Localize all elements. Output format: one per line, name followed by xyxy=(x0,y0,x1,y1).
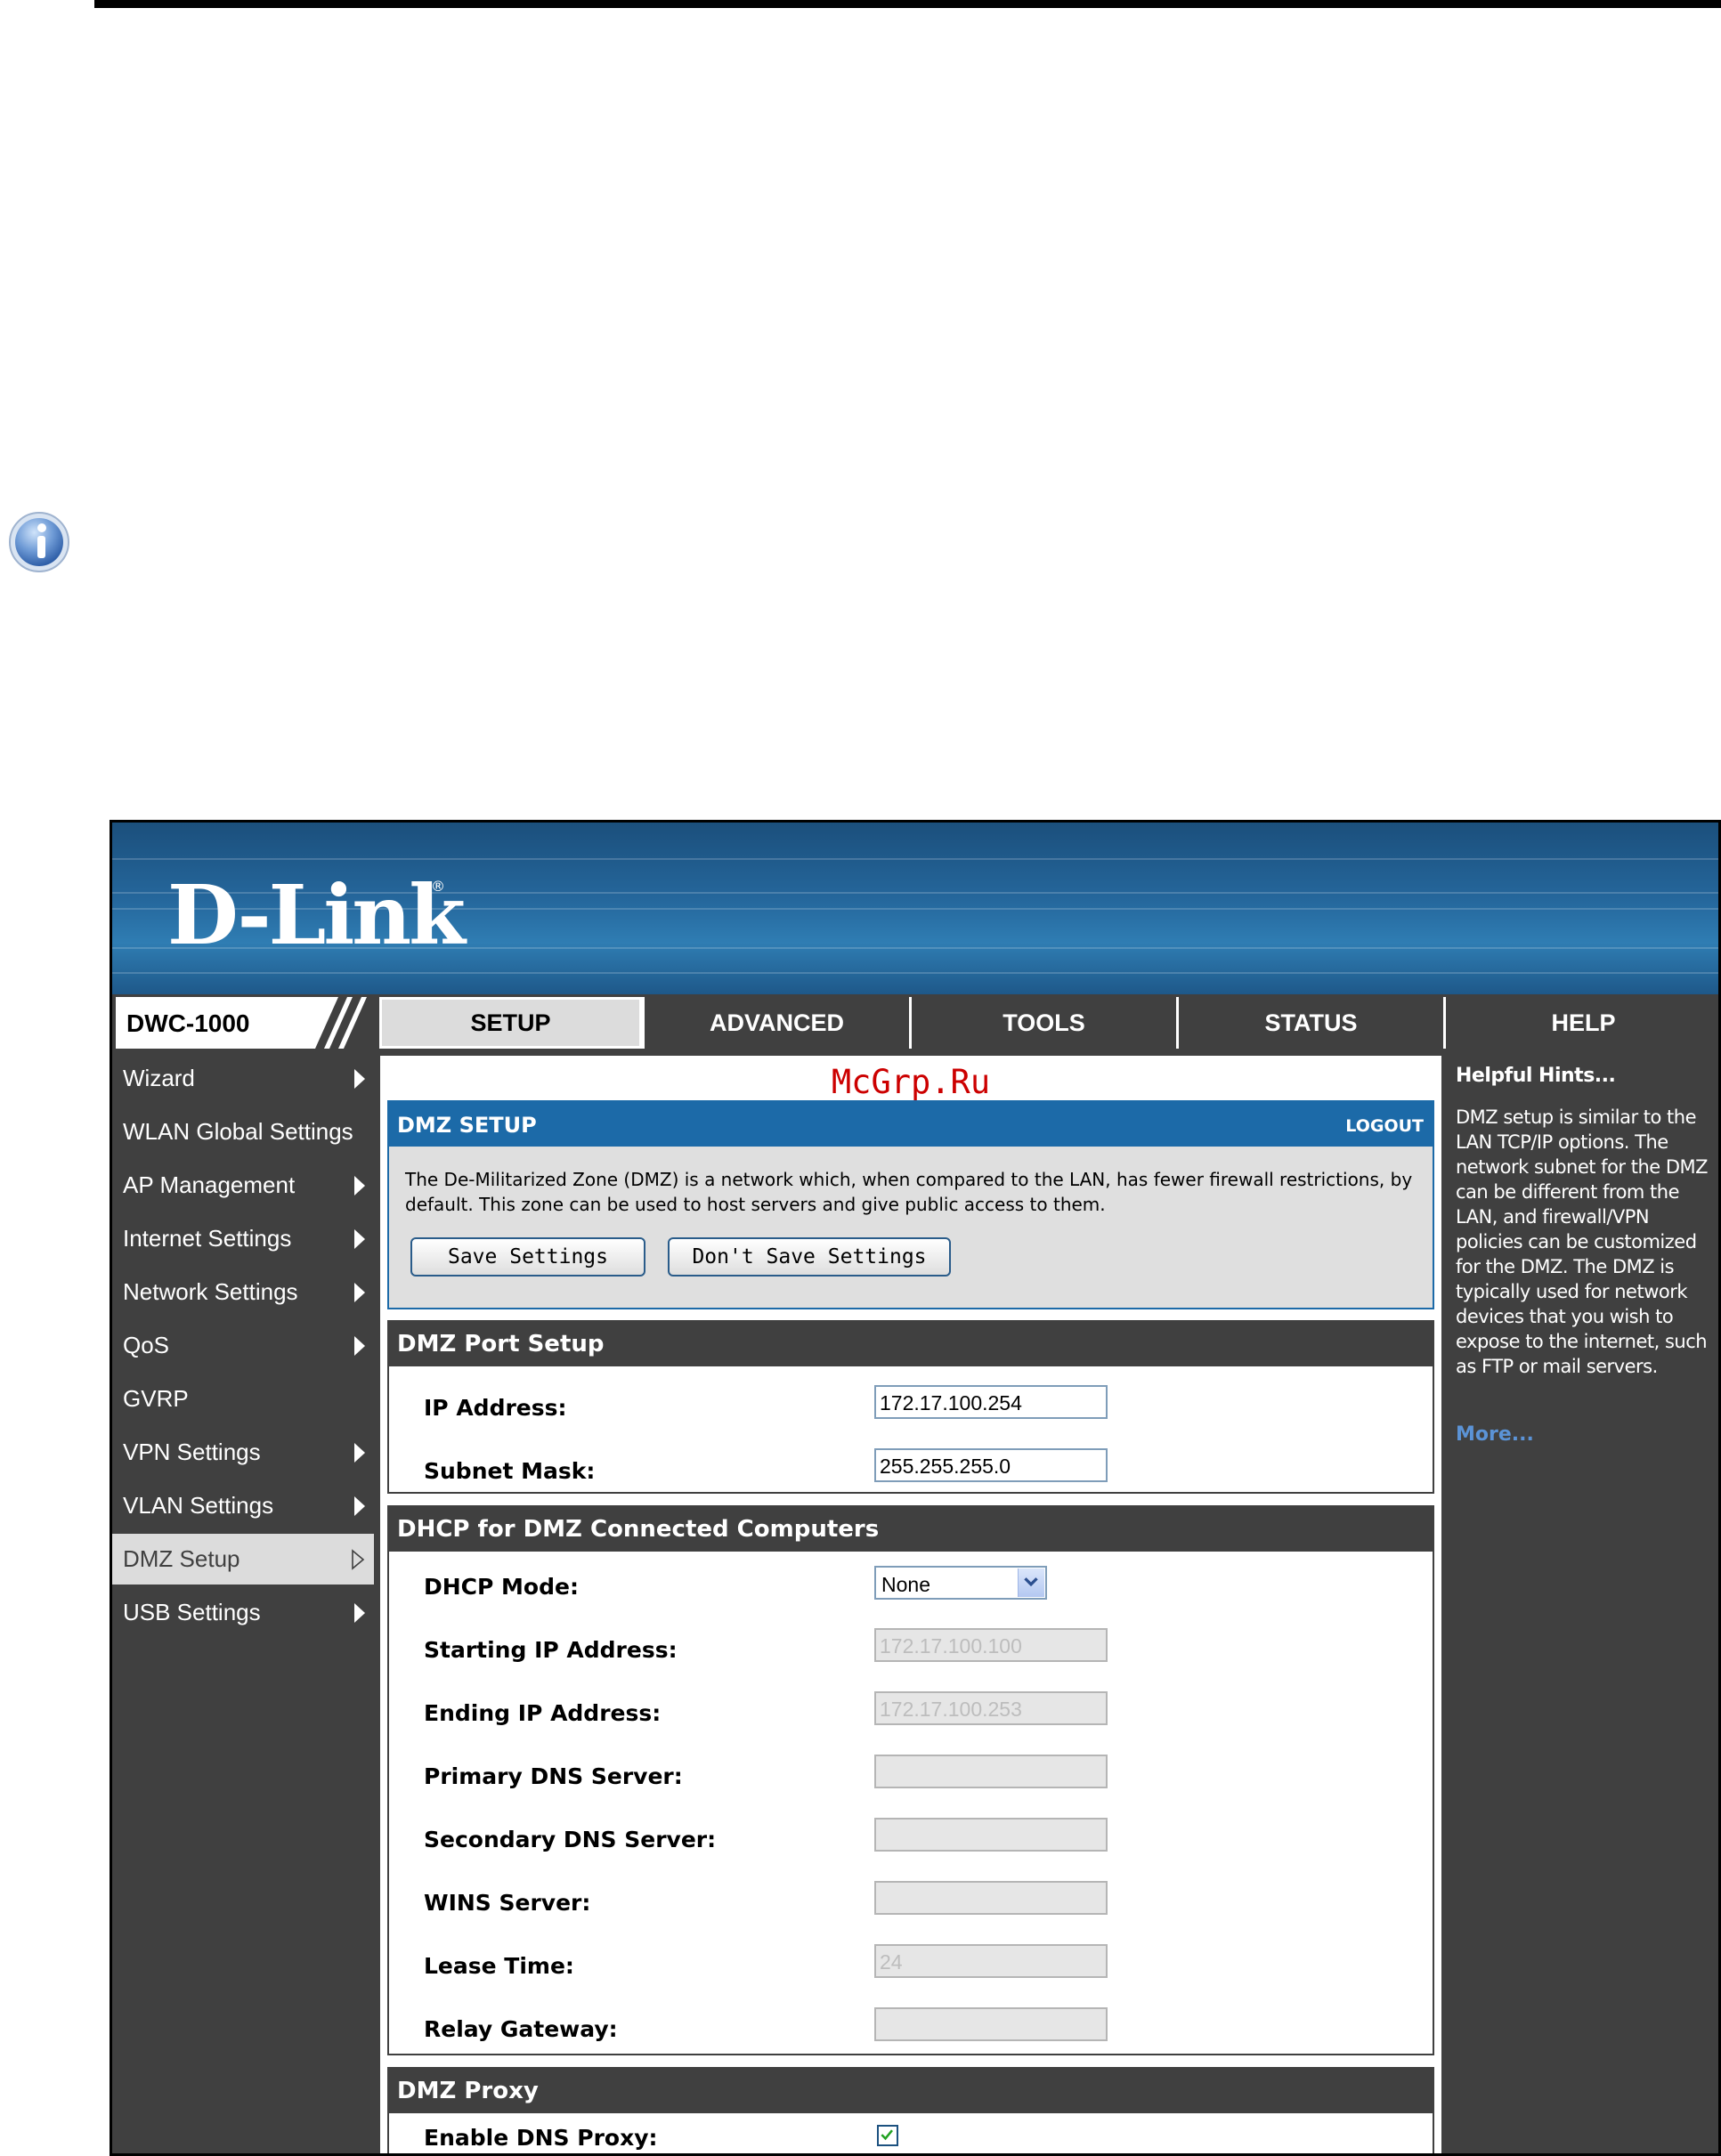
dhcp-mode-select[interactable]: None xyxy=(874,1566,1047,1600)
sidebar-item-gvrp[interactable]: GVRP xyxy=(112,1374,374,1424)
router-admin-screenshot: D-Link ® DWC-1000 SETUP ADVANCED TOOLS S… xyxy=(110,820,1721,2156)
sidebar-item-dmz-setup[interactable]: DMZ Setup xyxy=(112,1534,374,1585)
tab-setup[interactable]: SETUP xyxy=(379,997,642,1049)
sidebar-item-qos[interactable]: QoS xyxy=(112,1320,374,1371)
sidebar-item-label: AP Management xyxy=(123,1171,296,1198)
sidebar-item-label: WLAN Global Settings xyxy=(123,1118,353,1145)
triangle-right-icon xyxy=(354,1603,365,1623)
sidebar-item-ap-management[interactable]: AP Management xyxy=(112,1160,374,1211)
sidebar-item-label: Network Settings xyxy=(123,1278,298,1305)
model-badge: DWC-1000 xyxy=(116,997,382,1049)
ip-address-field[interactable]: 172.17.100.254 xyxy=(874,1385,1108,1419)
tab-advanced[interactable]: ADVANCED xyxy=(642,997,909,1049)
dmz-setup-panel: DMZ SETUP LOGOUT The De-Militarized Zone… xyxy=(387,1100,1434,1309)
ip-address-label: IP Address: xyxy=(424,1395,567,1421)
enable-dns-proxy-label: Enable DNS Proxy: xyxy=(424,2125,658,2151)
ending-ip-field[interactable]: 172.17.100.253 xyxy=(874,1691,1108,1725)
primary-dns-label: Primary DNS Server: xyxy=(424,1763,683,1789)
triangle-right-icon xyxy=(354,1283,365,1302)
enable-dns-proxy-checkbox[interactable] xyxy=(877,2125,898,2146)
triangle-right-icon xyxy=(354,1336,365,1356)
sidebar-item-network-settings[interactable]: Network Settings xyxy=(112,1267,374,1317)
chevron-down-icon[interactable] xyxy=(1018,1568,1044,1597)
triangle-right-icon xyxy=(354,1176,365,1196)
tab-status[interactable]: STATUS xyxy=(1176,997,1443,1049)
relay-gateway-label: Relay Gateway: xyxy=(424,2016,618,2042)
save-settings-button[interactable]: Save Settings xyxy=(410,1237,645,1277)
top-rule xyxy=(94,0,1721,8)
triangle-right-icon xyxy=(354,1069,365,1089)
ending-ip-label: Ending IP Address: xyxy=(424,1700,662,1726)
page-title: DMZ SETUP xyxy=(397,1113,537,1138)
tab-tools[interactable]: TOOLS xyxy=(909,997,1176,1049)
sidebar-item-label: VPN Settings xyxy=(123,1439,261,1465)
sidebar-item-label: VLAN Settings xyxy=(123,1492,274,1519)
registered-mark: ® xyxy=(431,878,445,895)
helpful-hints-panel: Helpful Hints... DMZ setup is similar to… xyxy=(1448,1056,1717,2153)
primary-dns-field[interactable] xyxy=(874,1755,1108,1788)
checkmark-icon xyxy=(881,2129,893,2141)
wins-server-label: WINS Server: xyxy=(424,1890,591,1916)
dmz-setup-header: DMZ SETUP LOGOUT xyxy=(389,1102,1433,1147)
sidebar: Wizard WLAN Global Settings AP Managemen… xyxy=(112,1053,374,1641)
tab-help[interactable]: HELP xyxy=(1443,997,1718,1049)
triangle-right-icon xyxy=(354,1229,365,1249)
main-content: McGrp.Ru DMZ SETUP LOGOUT The De-Militar… xyxy=(380,1056,1441,2153)
triangle-right-icon xyxy=(354,1443,365,1463)
starting-ip-label: Starting IP Address: xyxy=(424,1637,678,1663)
subnet-mask-field[interactable]: 255.255.255.0 xyxy=(874,1448,1108,1482)
sidebar-item-usb-settings[interactable]: USB Settings xyxy=(112,1587,374,1638)
relay-gateway-field[interactable] xyxy=(874,2007,1108,2041)
hints-title: Helpful Hints... xyxy=(1456,1065,1616,1087)
sidebar-item-label: Internet Settings xyxy=(123,1225,292,1252)
logout-link[interactable]: LOGOUT xyxy=(1345,1116,1424,1136)
section-title: DMZ Port Setup xyxy=(389,1322,1433,1366)
sidebar-item-label: GVRP xyxy=(123,1385,189,1412)
info-icon xyxy=(9,512,69,572)
sidebar-item-wlan-global-settings[interactable]: WLAN Global Settings xyxy=(112,1106,374,1157)
dmz-port-setup-section: DMZ Port Setup IP Address: 172.17.100.25… xyxy=(387,1320,1434,1494)
lease-time-field[interactable]: 24 xyxy=(874,1944,1108,1978)
sidebar-item-label: QoS xyxy=(123,1332,170,1358)
hints-body: DMZ setup is similar to the LAN TCP/IP o… xyxy=(1456,1106,1709,1377)
dmz-description: The De-Militarized Zone (DMZ) is a netwo… xyxy=(405,1169,1413,1215)
sidebar-item-vpn-settings[interactable]: VPN Settings xyxy=(112,1427,374,1478)
brand-banner: D-Link ® xyxy=(112,823,1718,994)
section-title: DHCP for DMZ Connected Computers xyxy=(389,1507,1433,1552)
dhcp-mode-value: None xyxy=(881,1573,930,1596)
model-label: DWC-1000 xyxy=(126,1009,250,1037)
watermark: McGrp.Ru xyxy=(831,1063,991,1101)
dhcp-section: DHCP for DMZ Connected Computers DHCP Mo… xyxy=(387,1505,1434,2055)
dhcp-mode-label: DHCP Mode: xyxy=(424,1574,579,1600)
hints-more-link[interactable]: More... xyxy=(1456,1423,1534,1446)
dont-save-settings-button[interactable]: Don't Save Settings xyxy=(668,1237,951,1277)
subnet-mask-label: Subnet Mask: xyxy=(424,1458,596,1484)
secondary-dns-label: Secondary DNS Server: xyxy=(424,1827,717,1852)
sidebar-item-label: Wizard xyxy=(123,1065,195,1091)
wins-server-field[interactable] xyxy=(874,1881,1108,1915)
dlink-logo: D-Link xyxy=(167,867,466,963)
slash-decoration-icon xyxy=(315,997,382,1049)
secondary-dns-field[interactable] xyxy=(874,1818,1108,1852)
starting-ip-field[interactable]: 172.17.100.100 xyxy=(874,1628,1108,1662)
top-nav: DWC-1000 SETUP ADVANCED TOOLS STATUS HEL… xyxy=(112,994,1718,1053)
dmz-proxy-section: DMZ Proxy Enable DNS Proxy: xyxy=(387,2067,1434,2153)
sidebar-item-label: DMZ Setup xyxy=(123,1545,240,1572)
sidebar-item-wizard[interactable]: Wizard xyxy=(112,1053,374,1104)
section-title: DMZ Proxy xyxy=(389,2069,1433,2113)
triangle-right-outline-icon xyxy=(352,1549,365,1570)
sidebar-item-vlan-settings[interactable]: VLAN Settings xyxy=(112,1480,374,1531)
lease-time-label: Lease Time: xyxy=(424,1953,574,1979)
sidebar-item-internet-settings[interactable]: Internet Settings xyxy=(112,1213,374,1264)
sidebar-item-label: USB Settings xyxy=(123,1599,261,1625)
triangle-right-icon xyxy=(354,1496,365,1516)
